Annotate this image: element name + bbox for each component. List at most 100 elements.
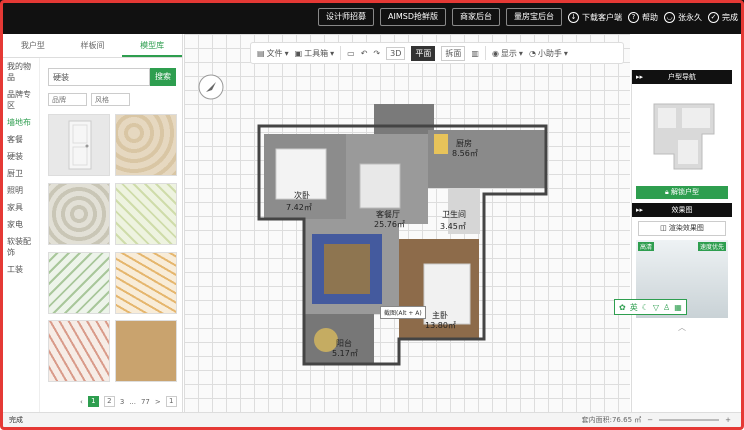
page-prev[interactable]: ‹ xyxy=(80,398,83,406)
measure-backend-button[interactable]: 量房宝后台 xyxy=(506,8,562,26)
model-thumb-wallpaper[interactable] xyxy=(115,251,177,314)
aimsd-button[interactable]: AIMSD抢鲜版 xyxy=(380,8,446,26)
chevron-down-icon: ▾ xyxy=(330,48,335,58)
view-3d-button[interactable]: 3D xyxy=(386,46,406,60)
effects-header[interactable]: ▸▸ 效果图 xyxy=(632,203,732,217)
page-3[interactable]: 3 xyxy=(120,398,124,406)
expand-icon: ▸▸ xyxy=(636,73,644,81)
page-ellipsis: ... xyxy=(129,397,136,406)
done-label: 完成 xyxy=(722,12,738,22)
tab-model-library[interactable]: 模型库 xyxy=(122,34,183,57)
download-label: 下载客户端 xyxy=(582,12,622,22)
page-2[interactable]: 2 xyxy=(103,396,115,407)
grid-icon: ▦ xyxy=(674,302,682,312)
category-item[interactable]: 品牌专区 xyxy=(3,86,39,114)
house-nav-title: 户型导航 xyxy=(668,73,696,81)
design-canvas[interactable]: 次卧 7.42㎡ 厨房 8.56㎡ 客餐厅 25.76㎡ 卫生间 3.45㎡ 主… xyxy=(184,34,630,412)
model-thumb-wallpaper[interactable] xyxy=(115,320,177,383)
file-label: 文件 xyxy=(266,48,283,58)
tab-my-layout[interactable]: 我户型 xyxy=(3,34,63,57)
unlock-layout-button[interactable]: 🔒︎ 解锁户型 xyxy=(636,186,728,199)
tab-sample-room[interactable]: 样板间 xyxy=(63,34,123,57)
helper-menu[interactable]: ◔ 小助手 ▾ xyxy=(529,48,568,59)
chevron-up-icon[interactable]: ︿ xyxy=(632,322,732,333)
model-thumb-wallpaper[interactable] xyxy=(115,114,177,176)
merchant-backend-button[interactable]: 商家后台 xyxy=(452,8,500,26)
input-method-bar[interactable]: ✿ 英 ☾ ▽ ♙ ▦ xyxy=(614,299,687,315)
help-icon: ? xyxy=(628,11,639,23)
category-item[interactable]: 厨卫 xyxy=(3,165,39,182)
zoom-out-icon[interactable]: − xyxy=(647,416,653,424)
toolbox-menu[interactable]: ▣ 工具箱 ▾ xyxy=(295,48,335,59)
room-label: 厨房 xyxy=(456,138,472,148)
compass-icon[interactable] xyxy=(198,74,224,100)
view-plan-button[interactable]: 平面 xyxy=(411,45,436,61)
category-item[interactable]: 我的物品 xyxy=(3,58,39,86)
view-unfold-button[interactable]: 拆面 xyxy=(441,45,466,61)
search-input[interactable]: 硬装 xyxy=(48,68,150,86)
brand-select[interactable]: 品牌 xyxy=(48,93,87,106)
canvas-toolbar: ▤ 文件 ▾ ▣ 工具箱 ▾ ▭ ↶ ↷ 3D 平面 拆面 ▥ ◉ 显示 ▾ ◔ 小助手 ▾ xyxy=(250,42,624,64)
floorplan: 次卧 7.42㎡ 厨房 8.56㎡ 客餐厅 25.76㎡ 卫生间 3.45㎡ 主… xyxy=(198,74,548,366)
page-last[interactable]: 77 xyxy=(141,398,150,406)
clear-icon[interactable]: ▥ xyxy=(471,49,479,58)
chevron-down-icon: ▾ xyxy=(518,48,523,58)
model-thumb-wallpaper[interactable] xyxy=(48,251,110,314)
category-item[interactable]: 软装配饰 xyxy=(3,233,39,261)
category-item[interactable]: 客餐 xyxy=(3,131,39,148)
designer-recruit-button[interactable]: 设计师招募 xyxy=(318,8,375,26)
file-menu[interactable]: ▤ 文件 ▾ xyxy=(257,48,289,59)
zoom-in-icon[interactable]: + xyxy=(725,416,731,424)
model-thumb-door[interactable] xyxy=(48,114,110,176)
zoom-slider[interactable] xyxy=(659,419,720,421)
page-jump-input[interactable]: 1 xyxy=(165,396,177,407)
user-name: 张永久 xyxy=(678,12,702,22)
divider xyxy=(484,46,486,60)
category-item[interactable]: 家电 xyxy=(3,216,39,233)
category-item[interactable]: 照明 xyxy=(3,182,39,199)
house-nav-header[interactable]: ▸▸ 户型导航 xyxy=(632,70,732,84)
pagination: ‹ 1 2 3 ... 77 > 1 xyxy=(80,396,177,407)
display-menu[interactable]: ◉ 显示 ▾ xyxy=(492,48,523,59)
help-link[interactable]: ? 帮助 xyxy=(628,11,658,23)
status-bar: 完成 套内面积:76.65 ㎡ − + xyxy=(3,412,741,427)
model-thumb-wallpaper[interactable] xyxy=(48,320,110,383)
check-icon: ✓ xyxy=(708,11,719,23)
status-right: 套内面积:76.65 ㎡ − + xyxy=(582,415,731,425)
camera-icon: ◫ xyxy=(660,224,667,232)
speed-tag[interactable]: 速度优先 xyxy=(697,242,726,251)
render-label: 渲染效果图 xyxy=(668,224,704,232)
room-area: 25.76㎡ xyxy=(374,220,405,229)
moon-icon: ☾ xyxy=(641,302,649,312)
download-client-link[interactable]: ↓ 下载客户端 xyxy=(568,11,622,23)
room-area: 5.17㎡ xyxy=(332,349,358,358)
render-effect-button[interactable]: ◫ 渲染效果图 xyxy=(638,221,726,236)
category-item[interactable]: 工装 xyxy=(3,261,39,278)
chevron-down-icon: ▾ xyxy=(284,48,289,58)
toolbox-icon: ▣ xyxy=(294,48,303,58)
model-thumb-wallpaper[interactable] xyxy=(115,182,177,245)
chevron-down-icon: ▾ xyxy=(563,48,568,58)
hd-tag[interactable]: 高清 xyxy=(638,242,655,251)
cup-icon: ▽ xyxy=(652,302,660,312)
category-list: 我的物品 品牌专区 墙地布 客餐 硬装 厨卫 照明 家具 家电 软装配饰 工装 xyxy=(3,58,40,412)
lock-icon: 🔒︎ xyxy=(665,188,669,196)
model-thumb-wallpaper[interactable] xyxy=(48,182,110,245)
filter-row: 品牌 风格 xyxy=(48,93,130,106)
page-1[interactable]: 1 xyxy=(87,396,99,407)
right-panel: ▸▸ 户型导航 🔒︎ 解锁户型 ▸▸ 效果图 ◫ 渲染效果图 高清 速度优先 ︿ xyxy=(631,70,732,412)
search-button[interactable]: 搜索 xyxy=(150,68,176,86)
redo-icon[interactable]: ↷ xyxy=(373,49,380,58)
style-select[interactable]: 风格 xyxy=(91,93,130,106)
category-item[interactable]: 硬装 xyxy=(3,148,39,165)
user-icon: ◡ xyxy=(664,11,675,23)
category-item[interactable]: 墙地布 xyxy=(3,114,39,131)
minimap[interactable] xyxy=(632,84,732,179)
category-item[interactable]: 家具 xyxy=(3,199,39,216)
save-icon[interactable]: ▭ xyxy=(347,49,355,58)
toolbox-label: 工具箱 xyxy=(304,48,329,58)
undo-icon[interactable]: ↶ xyxy=(361,49,368,58)
page-next[interactable]: > xyxy=(155,398,161,406)
user-menu[interactable]: ◡ 张永久 xyxy=(664,11,702,23)
done-button[interactable]: ✓ 完成 xyxy=(708,11,738,23)
